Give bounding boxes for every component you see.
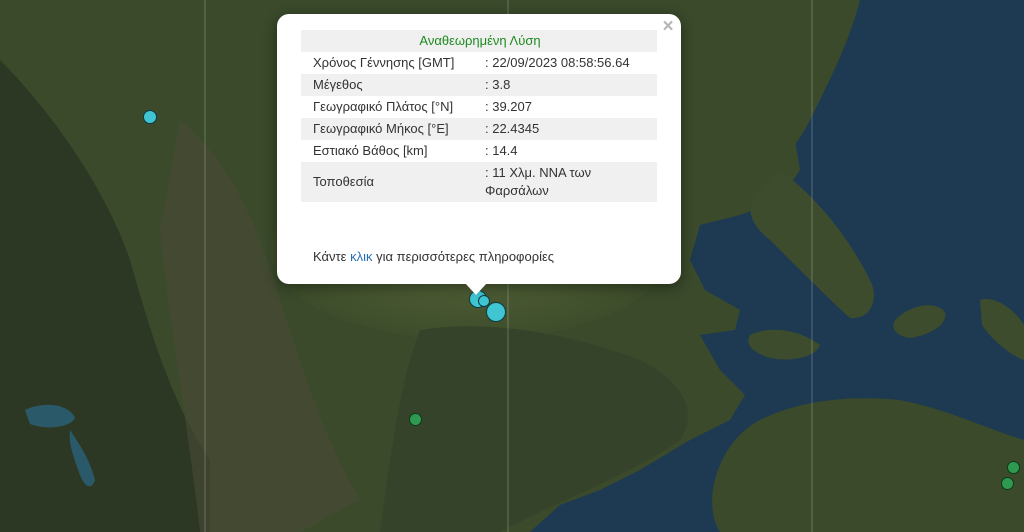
table-row: Χρόνος Γέννησης [GMT] : 22/09/2023 08:58… [301, 52, 657, 74]
table-row: Εστιακό Βάθος [km] : 14.4 [301, 140, 657, 162]
latitude-value: : 39.207 [485, 99, 532, 114]
popup-title: Αναθεωρημένη Λύση [301, 30, 657, 52]
location-value: : 11 Χλμ. ΝΝΑ των Φαρσάλων [473, 162, 657, 202]
origin-time-value: : 22/09/2023 08:58:56.64 [485, 55, 630, 70]
origin-time-label: Χρόνος Γέννησης [GMT] [313, 55, 455, 70]
depth-value: : 14.4 [485, 143, 518, 158]
earthquake-marker-older[interactable] [1001, 477, 1014, 490]
table-row: Γεωγραφικό Μήκος [°E] : 22.4345 [301, 118, 657, 140]
latitude-label: Γεωγραφικό Πλάτος [°N] [313, 99, 454, 114]
table-row: Τοποθεσία : 11 Χλμ. ΝΝΑ των Φαρσάλων [301, 162, 657, 202]
location-label: Τοποθεσία [301, 162, 473, 202]
popup-tip [465, 283, 487, 295]
earthquake-info-table: Αναθεωρημένη Λύση Χρόνος Γέννησης [GMT] … [301, 30, 657, 202]
close-popup-button[interactable]: × [659, 17, 677, 36]
table-row: Μέγεθος : 3.8 [301, 74, 657, 96]
more-info-line: Κάντε κλικ για περισσότερες πληροφορίες [313, 249, 554, 264]
longitude-value: : 22.4345 [473, 118, 657, 140]
earthquake-marker-older[interactable] [409, 413, 422, 426]
more-info-prefix: Κάντε [313, 249, 351, 264]
more-info-suffix: για περισσότερες πληροφορίες [372, 249, 555, 264]
longitude-label: Γεωγραφικό Μήκος [°E] [301, 118, 473, 140]
earthquake-marker[interactable] [486, 302, 506, 322]
magnitude-label: Μέγεθος [301, 74, 473, 96]
depth-label: Εστιακό Βάθος [km] [313, 143, 428, 158]
table-row: Γεωγραφικό Πλάτος [°N] : 39.207 [301, 96, 657, 118]
earthquake-marker[interactable] [143, 110, 157, 124]
earthquake-marker-older[interactable] [1007, 461, 1020, 474]
magnitude-value: : 3.8 [473, 74, 657, 96]
more-info-link[interactable]: κλικ [350, 249, 372, 264]
